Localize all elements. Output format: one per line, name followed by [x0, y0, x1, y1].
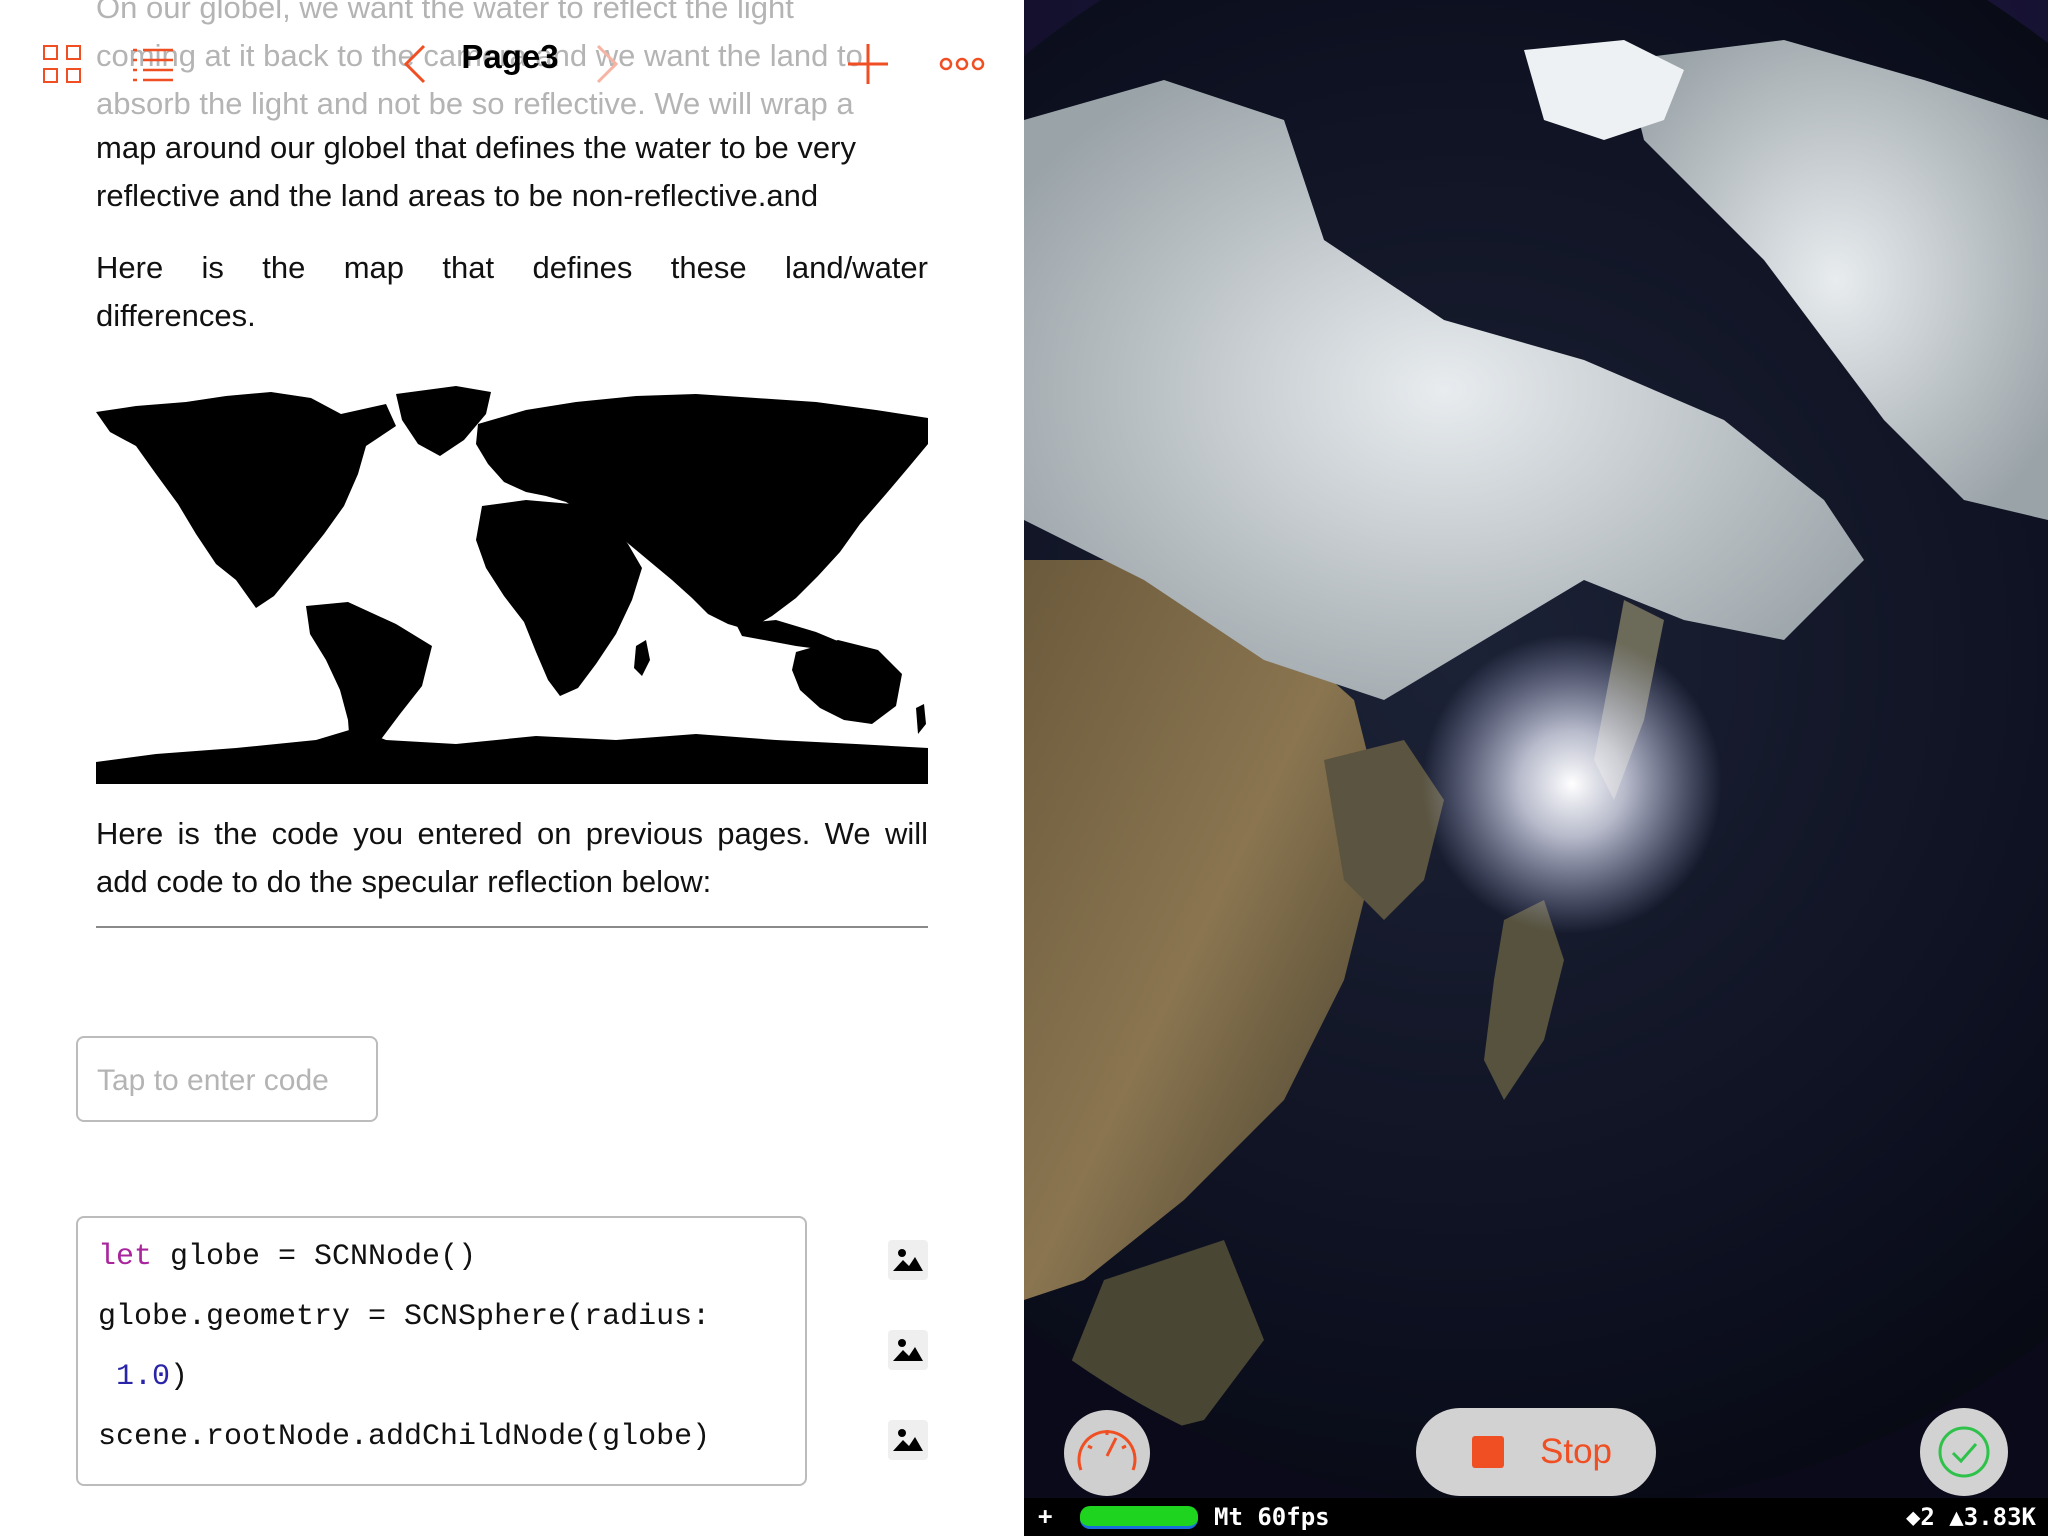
statistics-bar: + Mt 60fps ◆2 ▲3.83K [1024, 1498, 2048, 1536]
code-entry-field[interactable]: Tap to enter code [76, 1036, 378, 1122]
stop-icon [1472, 1436, 1504, 1468]
stop-button-label: Stop [1540, 1432, 1612, 1471]
toolbar: Page3 [0, 0, 1024, 128]
live-view[interactable]: Stop + Mt 60fps ◆2 ▲3.83K [1024, 0, 2048, 1536]
code-line[interactable]: globe.geometry = SCNSphere(radius: [98, 1300, 710, 1334]
page-title: Page3 [461, 38, 559, 75]
checkmark-icon[interactable] [1920, 1408, 2008, 1496]
image-icon[interactable] [888, 1330, 928, 1370]
code-entry-placeholder: Tap to enter code [97, 1064, 329, 1097]
stop-button[interactable]: Stop [1416, 1408, 1656, 1496]
code-text: ) [170, 1360, 189, 1394]
playground-editor: On our globel, we want the water to refl… [0, 0, 1024, 1536]
intro-paragraph-line: map around our globel that defines the w… [96, 130, 856, 165]
code-line[interactable]: 1.0) [98, 1360, 188, 1394]
statistics-expand-button[interactable]: + [1038, 1502, 1052, 1530]
grid-view-icon[interactable] [40, 42, 84, 86]
land-water-map-image [96, 384, 928, 784]
code-intro-paragraph: Here is the code you entered on previous… [96, 816, 928, 899]
intro-paragraph-line: reflective and the land areas to be non-… [96, 178, 819, 213]
plus-icon[interactable] [846, 42, 890, 86]
more-icon[interactable] [938, 50, 986, 78]
code-number: 1.0 [116, 1360, 171, 1394]
map-intro-paragraph: Here is the map that defines these land/… [96, 250, 928, 333]
fps-label: Mt 60fps [1214, 1503, 1330, 1531]
fps-meter [1080, 1506, 1198, 1529]
list-icon[interactable] [130, 42, 176, 86]
code-text: globe = SCNNode() [152, 1240, 477, 1274]
globe-scene [1024, 0, 2048, 1536]
gauge-icon[interactable] [1064, 1410, 1150, 1496]
render-stats-label: ◆2 ▲3.83K [1905, 1503, 2036, 1531]
chevron-left-icon[interactable] [400, 40, 430, 88]
code-block[interactable]: let globe = SCNNode() globe.geometry = S… [76, 1216, 807, 1486]
code-line[interactable]: scene.rootNode.addChildNode(globe) [98, 1420, 710, 1454]
code-keyword: let [98, 1240, 153, 1274]
image-icon[interactable] [888, 1240, 928, 1280]
code-line[interactable]: let globe = SCNNode() [98, 1240, 476, 1274]
image-icon[interactable] [888, 1420, 928, 1460]
divider [96, 926, 928, 928]
chevron-right-icon[interactable] [592, 40, 622, 88]
